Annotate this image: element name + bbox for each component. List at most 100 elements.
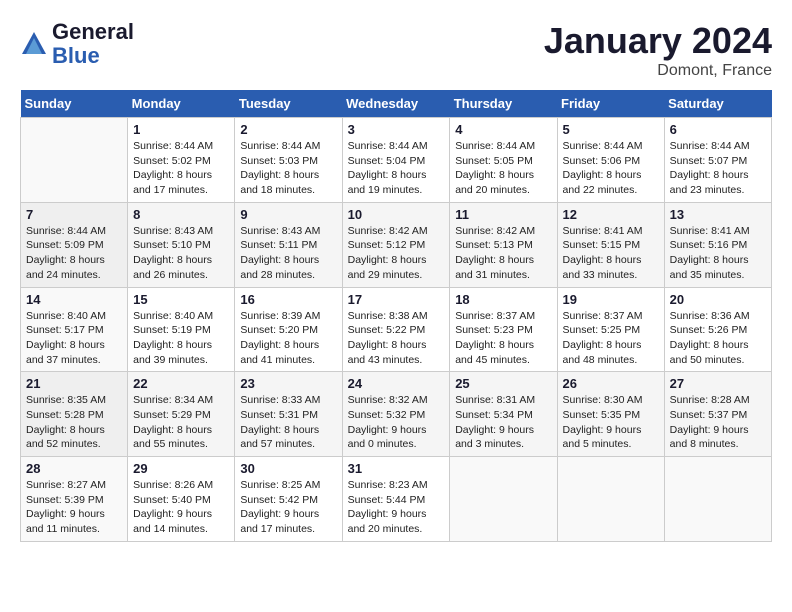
- calendar-cell: 3Sunrise: 8:44 AMSunset: 5:04 PMDaylight…: [342, 118, 450, 203]
- day-number: 31: [348, 461, 445, 476]
- day-number: 8: [133, 207, 229, 222]
- calendar-cell: 16 Sunrise: 8:39 AMSunset: 5:20 PMDayligh…: [235, 287, 342, 372]
- day-info: Sunrise: 8:26 AMSunset: 5:40 PMDaylight:…: [133, 478, 229, 537]
- calendar-cell: 12 Sunrise: 8:41 AMSunset: 5:15 PMDayligh…: [557, 202, 664, 287]
- month-title: January 2024: [544, 20, 772, 62]
- day-info: Sunrise: 8:28 AMSunset: 5:37 PMDaylight:…: [670, 393, 766, 452]
- day-number: 19: [563, 292, 659, 307]
- day-info: Sunrise: 8:41 AMSunset: 5:15 PMDaylight:…: [563, 224, 659, 283]
- day-number: 30: [240, 461, 336, 476]
- day-number: 15: [133, 292, 229, 307]
- calendar-row: 21Sunrise: 8:35 AMSunset: 5:28 PMDayligh…: [21, 372, 772, 457]
- calendar-cell: 28 Sunrise: 8:27 AMSunset: 5:39 PMDayligh…: [21, 457, 128, 542]
- day-info: Sunrise: 8:30 AMSunset: 5:35 PMDaylight:…: [563, 393, 659, 452]
- calendar-cell: 20 Sunrise: 8:36 AMSunset: 5:26 PMDayligh…: [664, 287, 771, 372]
- day-number: 12: [563, 207, 659, 222]
- col-sunday: Sunday: [21, 90, 128, 118]
- day-number: 18: [455, 292, 551, 307]
- calendar-cell: 11 Sunrise: 8:42 AMSunset: 5:13 PMDayligh…: [450, 202, 557, 287]
- day-info: Sunrise: 8:34 AMSunset: 5:29 PMDaylight:…: [133, 393, 229, 452]
- calendar-cell: 22 Sunrise: 8:34 AMSunset: 5:29 PMDayligh…: [128, 372, 235, 457]
- day-number: 16: [240, 292, 336, 307]
- calendar-cell: 2 Sunrise: 8:44 AMSunset: 5:03 PMDaylight…: [235, 118, 342, 203]
- logo-icon: [20, 30, 48, 58]
- day-number: 25: [455, 376, 551, 391]
- calendar-cell: 23 Sunrise: 8:33 AMSunset: 5:31 PMDayligh…: [235, 372, 342, 457]
- calendar-cell: 29 Sunrise: 8:26 AMSunset: 5:40 PMDayligh…: [128, 457, 235, 542]
- day-number: 2: [240, 122, 336, 137]
- day-info: Sunrise: 8:39 AMSunset: 5:20 PMDaylight:…: [240, 309, 336, 368]
- day-number: 22: [133, 376, 229, 391]
- calendar-cell: 17Sunrise: 8:38 AMSunset: 5:22 PMDayligh…: [342, 287, 450, 372]
- calendar-cell: 8 Sunrise: 8:43 AMSunset: 5:10 PMDaylight…: [128, 202, 235, 287]
- day-number: 13: [670, 207, 766, 222]
- calendar-row: 14 Sunrise: 8:40 AMSunset: 5:17 PMDayligh…: [21, 287, 772, 372]
- day-info: Sunrise: 8:44 AMSunset: 5:02 PMDaylight:…: [133, 139, 229, 198]
- day-info: Sunrise: 8:36 AMSunset: 5:26 PMDaylight:…: [670, 309, 766, 368]
- col-saturday: Saturday: [664, 90, 771, 118]
- calendar-row: 7Sunrise: 8:44 AMSunset: 5:09 PMDaylight…: [21, 202, 772, 287]
- calendar-row: 1 Sunrise: 8:44 AMSunset: 5:02 PMDaylight…: [21, 118, 772, 203]
- calendar-cell: 5 Sunrise: 8:44 AMSunset: 5:06 PMDaylight…: [557, 118, 664, 203]
- day-info: Sunrise: 8:44 AMSunset: 5:05 PMDaylight:…: [455, 139, 551, 198]
- col-wednesday: Wednesday: [342, 90, 450, 118]
- day-number: 11: [455, 207, 551, 222]
- day-number: 1: [133, 122, 229, 137]
- calendar-cell: 1 Sunrise: 8:44 AMSunset: 5:02 PMDaylight…: [128, 118, 235, 203]
- day-number: 23: [240, 376, 336, 391]
- day-info: Sunrise: 8:42 AMSunset: 5:12 PMDaylight:…: [348, 224, 445, 283]
- calendar-cell: 26 Sunrise: 8:30 AMSunset: 5:35 PMDayligh…: [557, 372, 664, 457]
- day-info: Sunrise: 8:37 AMSunset: 5:25 PMDaylight:…: [563, 309, 659, 368]
- col-friday: Friday: [557, 90, 664, 118]
- calendar-cell: 24 Sunrise: 8:32 AMSunset: 5:32 PMDayligh…: [342, 372, 450, 457]
- day-info: Sunrise: 8:44 AMSunset: 5:09 PMDaylight:…: [26, 224, 122, 283]
- day-number: 9: [240, 207, 336, 222]
- calendar-cell: 14 Sunrise: 8:40 AMSunset: 5:17 PMDayligh…: [21, 287, 128, 372]
- calendar-cell: 18Sunrise: 8:37 AMSunset: 5:23 PMDayligh…: [450, 287, 557, 372]
- calendar-cell: 31 Sunrise: 8:23 AMSunset: 5:44 PMDayligh…: [342, 457, 450, 542]
- calendar-table: Sunday Monday Tuesday Wednesday Thursday…: [20, 90, 772, 542]
- day-number: 3: [348, 122, 445, 137]
- calendar-cell: 7Sunrise: 8:44 AMSunset: 5:09 PMDaylight…: [21, 202, 128, 287]
- day-info: Sunrise: 8:23 AMSunset: 5:44 PMDaylight:…: [348, 478, 445, 537]
- day-number: 20: [670, 292, 766, 307]
- title-block: January 2024 Domont, France: [544, 20, 772, 80]
- calendar-cell: 25Sunrise: 8:31 AMSunset: 5:34 PMDayligh…: [450, 372, 557, 457]
- calendar-cell: 19 Sunrise: 8:37 AMSunset: 5:25 PMDayligh…: [557, 287, 664, 372]
- day-number: 29: [133, 461, 229, 476]
- day-number: 14: [26, 292, 122, 307]
- day-number: 24: [348, 376, 445, 391]
- day-info: Sunrise: 8:41 AMSunset: 5:16 PMDaylight:…: [670, 224, 766, 283]
- calendar-cell: 13 Sunrise: 8:41 AMSunset: 5:16 PMDayligh…: [664, 202, 771, 287]
- calendar-cell: 21Sunrise: 8:35 AMSunset: 5:28 PMDayligh…: [21, 372, 128, 457]
- day-number: 4: [455, 122, 551, 137]
- day-info: Sunrise: 8:33 AMSunset: 5:31 PMDaylight:…: [240, 393, 336, 452]
- day-info: Sunrise: 8:35 AMSunset: 5:28 PMDaylight:…: [26, 393, 122, 452]
- day-number: 5: [563, 122, 659, 137]
- day-info: Sunrise: 8:27 AMSunset: 5:39 PMDaylight:…: [26, 478, 122, 537]
- location: Domont, France: [544, 62, 772, 80]
- calendar-row: 28 Sunrise: 8:27 AMSunset: 5:39 PMDayligh…: [21, 457, 772, 542]
- day-number: 26: [563, 376, 659, 391]
- day-info: Sunrise: 8:25 AMSunset: 5:42 PMDaylight:…: [240, 478, 336, 537]
- calendar-cell: [450, 457, 557, 542]
- calendar-cell: 4 Sunrise: 8:44 AMSunset: 5:05 PMDaylight…: [450, 118, 557, 203]
- calendar-body: 1 Sunrise: 8:44 AMSunset: 5:02 PMDaylight…: [21, 118, 772, 542]
- calendar-cell: [21, 118, 128, 203]
- day-info: Sunrise: 8:44 AMSunset: 5:06 PMDaylight:…: [563, 139, 659, 198]
- day-info: Sunrise: 8:42 AMSunset: 5:13 PMDaylight:…: [455, 224, 551, 283]
- calendar-cell: 9Sunrise: 8:43 AMSunset: 5:11 PMDaylight…: [235, 202, 342, 287]
- col-tuesday: Tuesday: [235, 90, 342, 118]
- day-info: Sunrise: 8:32 AMSunset: 5:32 PMDaylight:…: [348, 393, 445, 452]
- day-number: 28: [26, 461, 122, 476]
- day-number: 6: [670, 122, 766, 137]
- calendar-cell: [664, 457, 771, 542]
- calendar-cell: 30 Sunrise: 8:25 AMSunset: 5:42 PMDayligh…: [235, 457, 342, 542]
- calendar-cell: 10 Sunrise: 8:42 AMSunset: 5:12 PMDayligh…: [342, 202, 450, 287]
- day-number: 10: [348, 207, 445, 222]
- day-info: Sunrise: 8:40 AMSunset: 5:17 PMDaylight:…: [26, 309, 122, 368]
- calendar-cell: 15Sunrise: 8:40 AMSunset: 5:19 PMDayligh…: [128, 287, 235, 372]
- day-info: Sunrise: 8:44 AMSunset: 5:03 PMDaylight:…: [240, 139, 336, 198]
- logo: General Blue: [20, 20, 134, 68]
- day-info: Sunrise: 8:43 AMSunset: 5:10 PMDaylight:…: [133, 224, 229, 283]
